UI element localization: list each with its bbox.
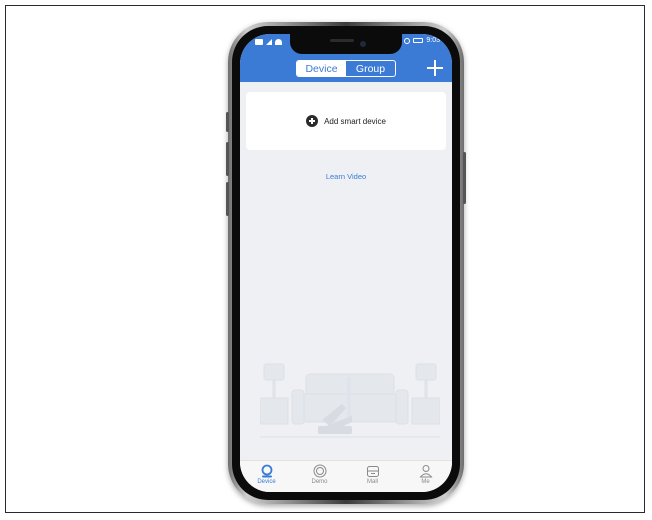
lamp-shade-right (415, 363, 437, 381)
volume-down-button (226, 182, 229, 216)
wifi-icon (275, 39, 282, 45)
nav-me[interactable]: Me (402, 464, 450, 485)
nav-device-label: Device (257, 479, 276, 485)
add-smart-device-label: Add smart device (324, 116, 386, 126)
signal-icon (266, 39, 272, 45)
nav-mall-label: Mall (366, 479, 378, 485)
floor-line (260, 436, 440, 438)
speaker-grille (330, 39, 354, 42)
mute-switch (226, 112, 229, 132)
tab-group[interactable]: Group (346, 61, 395, 76)
plus-icon[interactable] (426, 59, 444, 77)
sofa-divider (347, 377, 351, 423)
lamp-pole-right (424, 379, 428, 399)
nav-demo[interactable]: Demo (296, 464, 344, 485)
battery-icon (413, 38, 424, 43)
mall-icon (366, 466, 379, 477)
nav-demo-label: Demo (311, 479, 328, 485)
phone-notch (290, 34, 402, 54)
status-icons-right: 9:03 (404, 37, 440, 44)
status-time: 9:03 (426, 37, 440, 44)
device-group-toggle: Device Group (296, 60, 396, 77)
side-table-left (260, 397, 289, 425)
sofa-arm-left (291, 389, 305, 425)
demo-icon (313, 464, 326, 478)
empty-room-illustration (260, 363, 440, 438)
phone-device: 9:03 Device Group Add smart device Learn… (226, 22, 466, 504)
tab-device[interactable]: Device (297, 61, 346, 76)
app-screen: 9:03 Device Group Add smart device Learn… (240, 34, 452, 492)
power-button (463, 152, 466, 204)
add-circle-icon (306, 115, 319, 127)
user-icon (418, 465, 433, 478)
sim-icon (255, 39, 263, 45)
lamp-shade-left (263, 363, 285, 381)
add-smart-device-button[interactable]: Add smart device (246, 92, 446, 150)
volume-up-button (226, 142, 229, 176)
bottom-navigation: Device Demo Mall Me (240, 460, 452, 492)
alarm-icon (404, 37, 411, 44)
plant-pot (318, 426, 352, 434)
lamp-pole-left (272, 379, 276, 399)
sofa-arm-right (395, 389, 409, 425)
front-camera (360, 41, 366, 47)
learn-video-link[interactable]: Learn Video (240, 172, 452, 181)
status-icons-left (255, 39, 282, 45)
side-table-right (411, 397, 440, 425)
nav-device[interactable]: Device (243, 464, 291, 485)
nav-me-label: Me (421, 479, 430, 485)
device-icon (261, 464, 272, 478)
nav-mall[interactable]: Mall (349, 464, 397, 485)
